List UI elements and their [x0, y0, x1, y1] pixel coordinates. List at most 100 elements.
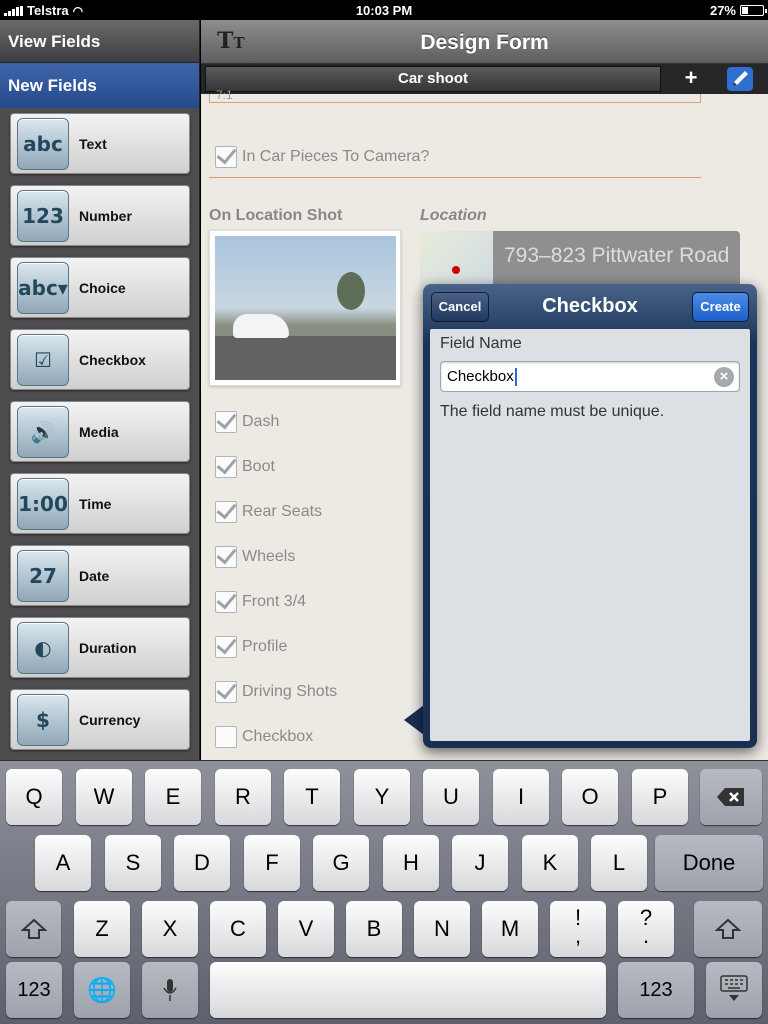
key-b[interactable]: B	[346, 901, 402, 957]
sidebar-item-label: Duration	[79, 639, 137, 656]
top-navigation-bar: TT Design Form	[201, 20, 768, 64]
hide-keyboard-key[interactable]	[706, 962, 762, 1018]
popover-body: Field Name Checkbox × The field name mus…	[430, 329, 750, 741]
sidebar-item-time[interactable]: 1:00 Time	[10, 473, 190, 534]
numbers-key-left[interactable]: 123	[6, 962, 62, 1018]
checkbox-label: Rear Seats	[242, 503, 323, 520]
key-e[interactable]: E	[145, 769, 201, 825]
checkbox-label: Profile	[242, 638, 288, 655]
location-photo[interactable]	[209, 230, 401, 386]
key-p[interactable]: P	[632, 769, 688, 825]
key-m[interactable]: M	[482, 901, 538, 957]
dictation-key[interactable]	[142, 962, 198, 1018]
key-q[interactable]: Q	[6, 769, 62, 825]
view-fields-header[interactable]: View Fields	[0, 20, 199, 63]
key-r[interactable]: R	[215, 769, 271, 825]
sidebar-item-choice[interactable]: abc▾ Choice	[10, 257, 190, 318]
space-key[interactable]	[210, 962, 606, 1018]
shift-left-key[interactable]	[6, 901, 61, 957]
checkbox-row[interactable]: In Car Pieces To Camera?	[215, 146, 429, 168]
key-o[interactable]: O	[562, 769, 618, 825]
shift-right-key[interactable]	[694, 901, 762, 957]
checkbox-row[interactable]: Dash	[215, 411, 279, 433]
checkbox-row[interactable]: Checkbox	[215, 726, 313, 748]
key-c[interactable]: C	[210, 901, 266, 957]
key-g[interactable]: G	[313, 835, 369, 891]
checkbox-row[interactable]: Wheels	[215, 546, 295, 568]
key-l[interactable]: L	[591, 835, 647, 891]
checkbox-label: Front 3/4	[242, 593, 307, 610]
tab-bar: Car shoot +	[201, 64, 768, 94]
checkbox-icon[interactable]	[215, 146, 237, 168]
checkbox-row[interactable]: Rear Seats	[215, 501, 322, 523]
globe-key[interactable]: 🌐	[74, 962, 130, 1018]
key-f[interactable]: F	[244, 835, 300, 891]
keyboard-dismiss-icon	[720, 975, 748, 1001]
checkbox-icon[interactable]	[215, 681, 237, 703]
exclamation-comma-key[interactable]: !,	[550, 901, 606, 957]
page-title: Design Form	[420, 31, 549, 54]
sidebar-item-text[interactable]: abc Text	[10, 113, 190, 174]
checkbox-row[interactable]: Driving Shots	[215, 681, 337, 703]
checkbox-row[interactable]: Profile	[215, 636, 287, 658]
checkbox-icon[interactable]	[215, 591, 237, 613]
key-k[interactable]: K	[522, 835, 578, 891]
sidebar-item-duration[interactable]: ◐ Duration	[10, 617, 190, 678]
sidebar-item-number[interactable]: 123 Number	[10, 185, 190, 246]
new-field-popover: Cancel Checkbox Create Field Name Checkb…	[423, 284, 757, 748]
key-n[interactable]: N	[414, 901, 470, 957]
sidebar-item-label: Media	[79, 423, 119, 440]
key-j[interactable]: J	[452, 835, 508, 891]
field-name-label: Field Name	[440, 335, 522, 352]
edit-pencil-icon[interactable]	[725, 65, 755, 93]
key-t[interactable]: T	[284, 769, 340, 825]
key-w[interactable]: W	[76, 769, 132, 825]
checkbox-label: In Car Pieces To Camera?	[242, 148, 430, 165]
checkbox-icon[interactable]	[215, 456, 237, 478]
sidebar-item-label: Text	[79, 135, 107, 152]
checkbox-icon[interactable]	[215, 636, 237, 658]
checkbox-icon[interactable]	[215, 726, 237, 748]
checkbox-icon[interactable]	[215, 546, 237, 568]
numbers-key-right[interactable]: 123	[618, 962, 694, 1018]
text-icon: abc	[17, 117, 69, 170]
sidebar-item-label: Date	[79, 567, 110, 584]
key-v[interactable]: V	[278, 901, 334, 957]
key-y[interactable]: Y	[354, 769, 410, 825]
checkbox-icon[interactable]	[215, 411, 237, 433]
checkbox-icon[interactable]	[215, 501, 237, 523]
sidebar-item-date[interactable]: 27 Date	[10, 545, 190, 606]
battery-percent: 27%	[709, 3, 736, 18]
add-tab-button[interactable]: +	[679, 66, 703, 92]
sidebar-item-media[interactable]: 🔊 Media	[10, 401, 190, 462]
partial-text-field[interactable]: 7:1	[209, 88, 701, 103]
checkbox-row[interactable]: Boot	[215, 456, 275, 478]
sidebar-item-label: Choice	[79, 279, 126, 296]
field-name-input[interactable]: Checkbox ×	[440, 361, 740, 392]
media-icon: 🔊	[17, 405, 69, 458]
create-button[interactable]: Create	[692, 292, 749, 322]
checkbox-row[interactable]: Front 3/4	[215, 591, 306, 613]
new-fields-header: New Fields	[0, 63, 199, 108]
key-d[interactable]: D	[174, 835, 230, 891]
sidebar-item-checkbox[interactable]: ☑ Checkbox	[10, 329, 190, 390]
time-icon: 1:00	[17, 477, 69, 530]
clear-text-icon[interactable]: ×	[714, 367, 734, 387]
key-u[interactable]: U	[423, 769, 479, 825]
key-a[interactable]: A	[35, 835, 91, 891]
question-period-key[interactable]: ?.	[618, 901, 674, 957]
key-h[interactable]: H	[383, 835, 439, 891]
key-x[interactable]: X	[142, 901, 198, 957]
key-i[interactable]: I	[493, 769, 549, 825]
currency-icon: $	[17, 693, 69, 746]
key-s[interactable]: S	[105, 835, 161, 891]
checkbox-label: Dash	[242, 413, 280, 430]
key-z[interactable]: Z	[74, 901, 130, 957]
backspace-key[interactable]	[700, 769, 762, 825]
location-label: Location	[420, 207, 487, 224]
tab-car-shoot[interactable]: Car shoot	[205, 66, 661, 92]
partial-field-value: 7:1	[216, 88, 233, 102]
done-key[interactable]: Done	[655, 835, 763, 891]
sidebar-item-currency[interactable]: $ Currency	[10, 689, 190, 750]
location-address: 793–823 Pittwater Road	[504, 244, 730, 267]
